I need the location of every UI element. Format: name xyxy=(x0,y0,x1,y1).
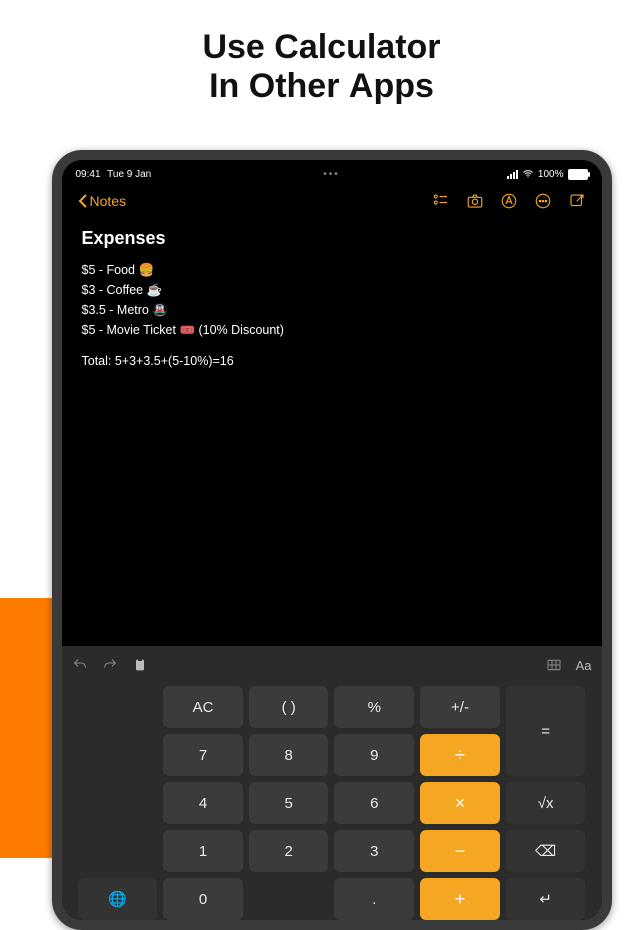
key-6[interactable]: 6 xyxy=(334,782,414,824)
markup-icon[interactable] xyxy=(500,192,518,210)
status-time: 09:41 xyxy=(76,169,101,180)
kb-toolbar-right: Aa xyxy=(546,657,592,673)
keyboard-toolbar: Aa xyxy=(72,652,592,678)
battery-icon xyxy=(568,169,588,180)
undo-icon[interactable] xyxy=(72,657,88,673)
format-icon[interactable]: Aa xyxy=(576,658,592,673)
key-add[interactable]: + xyxy=(420,878,500,920)
note-body[interactable]: Expenses $5 - Food 🍔 $3 - Coffee ☕ $3.5 … xyxy=(62,218,602,379)
ipad-frame: 09:41 Tue 9 Jan ••• 100% Notes xyxy=(52,150,592,910)
wifi-icon xyxy=(522,168,534,180)
headline-line1: Use Calculator xyxy=(0,28,643,67)
camera-icon[interactable] xyxy=(466,192,484,210)
key-1[interactable]: 1 xyxy=(163,830,243,872)
key-sqrt[interactable]: √x xyxy=(506,782,586,824)
key-3[interactable]: 3 xyxy=(334,830,414,872)
back-label: Notes xyxy=(90,193,127,209)
key-return[interactable]: ↵ xyxy=(506,878,586,920)
notes-header: Notes xyxy=(62,184,602,218)
key-paren[interactable]: ( ) xyxy=(249,686,329,728)
note-line: $5 - Movie Ticket 🎟️ (10% Discount) xyxy=(82,323,582,338)
marketing-headline: Use Calculator In Other Apps xyxy=(0,0,643,106)
key-divide[interactable]: ÷ xyxy=(420,734,500,776)
chevron-left-icon xyxy=(78,194,88,208)
headline-line2: In Other Apps xyxy=(0,67,643,106)
status-left: 09:41 Tue 9 Jan xyxy=(76,169,156,180)
key-dot[interactable]: . xyxy=(334,878,414,920)
table-icon[interactable] xyxy=(546,657,562,673)
key-globe[interactable]: 🌐 xyxy=(78,878,158,920)
note-line: $3.5 - Metro 🚇 xyxy=(82,303,582,318)
key-equals[interactable]: = xyxy=(506,686,586,776)
key-ac[interactable]: AC xyxy=(163,686,243,728)
status-right: 100% xyxy=(507,168,588,180)
redo-icon[interactable] xyxy=(102,657,118,673)
keyboard-panel: Aa AC ( ) % +/- = 7 8 9 ÷ 4 5 6 × √ xyxy=(62,646,602,920)
status-date: Tue 9 Jan xyxy=(107,169,151,180)
key-7[interactable]: 7 xyxy=(163,734,243,776)
key-8[interactable]: 8 xyxy=(249,734,329,776)
note-total: Total: 5+3+3.5+(5-10%)=16 xyxy=(82,354,582,368)
note-title: Expenses xyxy=(82,228,582,249)
calculator-keypad: AC ( ) % +/- = 7 8 9 ÷ 4 5 6 × √x 1 2 3 xyxy=(72,678,592,920)
key-2[interactable]: 2 xyxy=(249,830,329,872)
key-plusminus[interactable]: +/- xyxy=(420,686,500,728)
more-icon[interactable] xyxy=(534,192,552,210)
battery-pct: 100% xyxy=(538,169,564,180)
multitask-dots[interactable]: ••• xyxy=(323,169,340,180)
note-line: $3 - Coffee ☕ xyxy=(82,283,582,298)
key-5[interactable]: 5 xyxy=(249,782,329,824)
note-line: $5 - Food 🍔 xyxy=(82,263,582,278)
back-button[interactable]: Notes xyxy=(78,193,127,209)
ipad-screen: 09:41 Tue 9 Jan ••• 100% Notes xyxy=(52,150,612,930)
signal-icon xyxy=(507,170,518,179)
status-bar: 09:41 Tue 9 Jan ••• 100% xyxy=(62,160,602,184)
header-actions xyxy=(432,192,586,210)
key-percent[interactable]: % xyxy=(334,686,414,728)
key-4[interactable]: 4 xyxy=(163,782,243,824)
key-0[interactable]: 0 xyxy=(163,878,243,920)
key-9[interactable]: 9 xyxy=(334,734,414,776)
key-multiply[interactable]: × xyxy=(420,782,500,824)
compose-icon[interactable] xyxy=(568,192,586,210)
clipboard-icon[interactable] xyxy=(132,657,148,673)
key-subtract[interactable]: − xyxy=(420,830,500,872)
kb-toolbar-left xyxy=(72,657,148,673)
key-backspace[interactable]: ⌫ xyxy=(506,830,586,872)
checklist-icon[interactable] xyxy=(432,192,450,210)
